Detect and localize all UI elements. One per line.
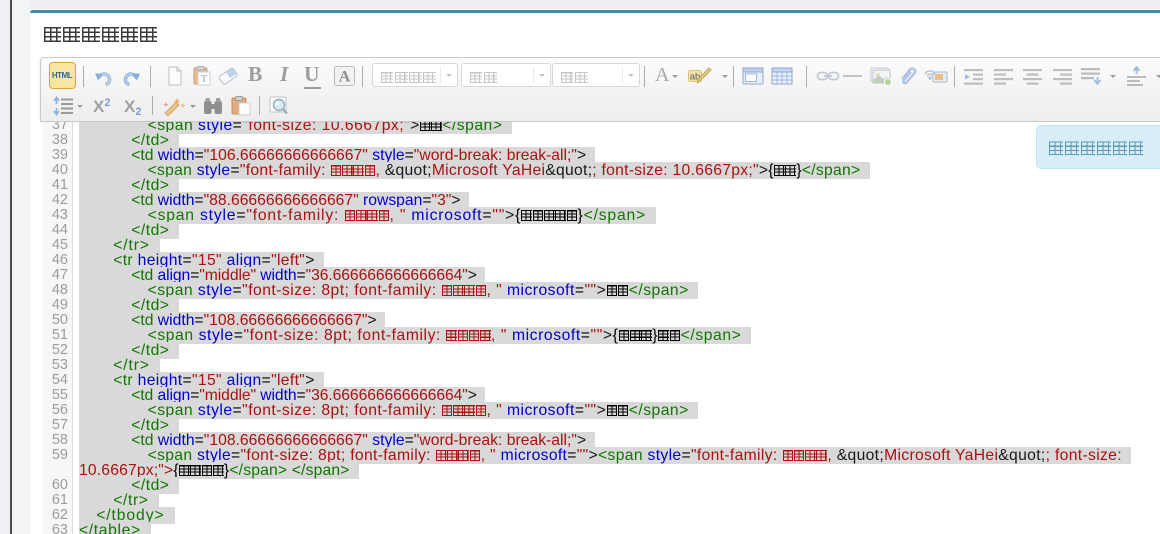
svg-text:A: A — [339, 68, 351, 85]
svg-text:T: T — [201, 74, 207, 85]
